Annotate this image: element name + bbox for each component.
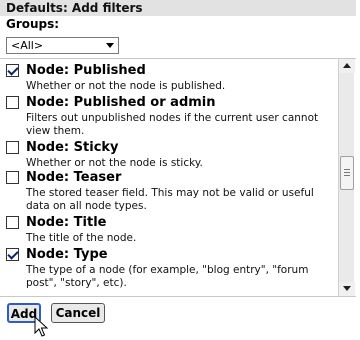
grip-line	[344, 169, 350, 170]
chevron-down-icon	[106, 43, 114, 48]
filter-description: The type of a node (for example, "blog e…	[26, 264, 309, 289]
filter-title: Node: Title	[26, 215, 107, 230]
filter-title: Node: Published or admin	[26, 95, 216, 110]
filter-description: Filters out unpublished nodes if the cur…	[26, 112, 319, 137]
add-filters-dialog: Defaults: Add filters Groups: <All> Node…	[0, 0, 356, 340]
filter-description: The title of the node.	[26, 232, 137, 244]
arrow-down-icon	[343, 286, 351, 291]
groups-label: Groups:	[6, 17, 60, 31]
groups-select[interactable]: <All>	[6, 37, 119, 54]
filter-list: Node: Published Whether or not the node …	[0, 59, 338, 296]
filter-checkbox[interactable]	[6, 171, 19, 184]
scroll-down-button[interactable]	[339, 282, 355, 296]
filter-title: Node: Sticky	[26, 140, 119, 155]
filter-checkbox[interactable]	[6, 96, 19, 109]
scrollbar-thumb[interactable]	[340, 156, 354, 190]
grip-line	[344, 172, 350, 173]
filter-description: Whether or not the node is published.	[26, 80, 226, 92]
divider	[0, 296, 356, 297]
scroll-up-button[interactable]	[339, 59, 355, 73]
mouse-pointer-icon	[34, 316, 48, 337]
arrow-up-icon	[343, 63, 351, 68]
filter-title: Node: Type	[26, 247, 108, 262]
filter-title: Node: Teaser	[26, 170, 122, 185]
filter-checkbox[interactable]	[6, 216, 19, 229]
filter-title: Node: Published	[26, 63, 146, 78]
filter-checkbox[interactable]	[6, 248, 19, 261]
vertical-scrollbar[interactable]	[338, 59, 355, 296]
filter-description: The stored teaser field. This may not be…	[26, 187, 314, 212]
cancel-button[interactable]: Cancel	[51, 303, 105, 323]
filter-checkbox[interactable]	[6, 64, 19, 77]
filter-checkbox[interactable]	[6, 141, 19, 154]
dialog-title: Defaults: Add filters	[0, 0, 356, 16]
grip-line	[344, 175, 350, 176]
groups-select-value: <All>	[11, 39, 44, 52]
filter-description: Whether or not the node is sticky.	[26, 157, 203, 169]
